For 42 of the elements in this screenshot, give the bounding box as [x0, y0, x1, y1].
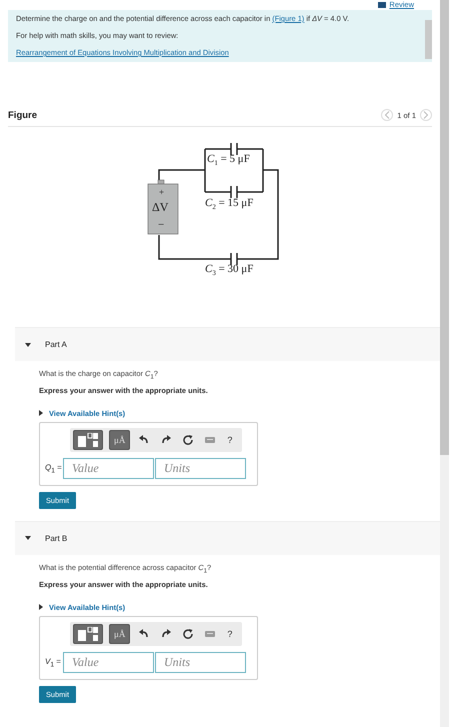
help-button[interactable]: ?	[224, 628, 236, 639]
redo-icon	[161, 434, 172, 445]
battery	[148, 180, 178, 234]
chevron-right-icon	[423, 111, 429, 119]
caret-right-icon	[39, 604, 43, 610]
capacitor-label: C$_{3}$ = 30 μF	[205, 263, 254, 280]
reset-icon	[183, 628, 194, 639]
capacitor-symbol	[230, 185, 238, 199]
keyboard-icon	[205, 434, 216, 445]
templates-icon	[78, 626, 98, 641]
book-icon	[378, 2, 386, 8]
variable-label: V$_{1}$ =	[45, 656, 62, 668]
templates-icon	[78, 432, 98, 447]
capacitor-label: C$_{2}$ = 15 μF	[205, 197, 254, 214]
capacitor-symbol	[230, 252, 238, 266]
capacitor-symbol	[230, 142, 238, 156]
figure-title: Figure	[8, 110, 38, 120]
part-header[interactable]: Part B	[15, 520, 440, 555]
templates-button[interactable]	[73, 430, 103, 450]
units-field[interactable]: Units	[155, 652, 246, 673]
undo-icon	[139, 628, 150, 639]
scrollbar[interactable]	[425, 20, 432, 59]
units-field[interactable]: Units	[155, 458, 246, 479]
keyboard-icon	[205, 628, 216, 639]
help-button[interactable]: ?	[224, 434, 236, 445]
caret-right-icon	[39, 410, 43, 416]
scrollbar[interactable]	[440, 0, 449, 727]
battery-minus-sign: −	[158, 219, 164, 231]
value-field[interactable]: Value	[63, 458, 154, 479]
undo-icon	[139, 434, 150, 445]
battery-label: ΔV	[152, 201, 168, 213]
units-button[interactable]: μÅ	[109, 430, 130, 450]
variable-label: Q$_{1}$ =	[45, 462, 63, 474]
chevron-left-icon	[384, 111, 390, 119]
capacitor-label: C$_{1}$ = 5 μF	[207, 153, 250, 170]
part-header[interactable]: Part A	[15, 327, 440, 361]
battery-plus-sign: +	[159, 186, 164, 198]
value-field[interactable]: Value	[63, 652, 154, 673]
redo-icon	[161, 628, 172, 639]
templates-button[interactable]	[73, 624, 103, 644]
units-button[interactable]: μÅ	[109, 624, 130, 644]
reset-icon	[183, 434, 194, 445]
